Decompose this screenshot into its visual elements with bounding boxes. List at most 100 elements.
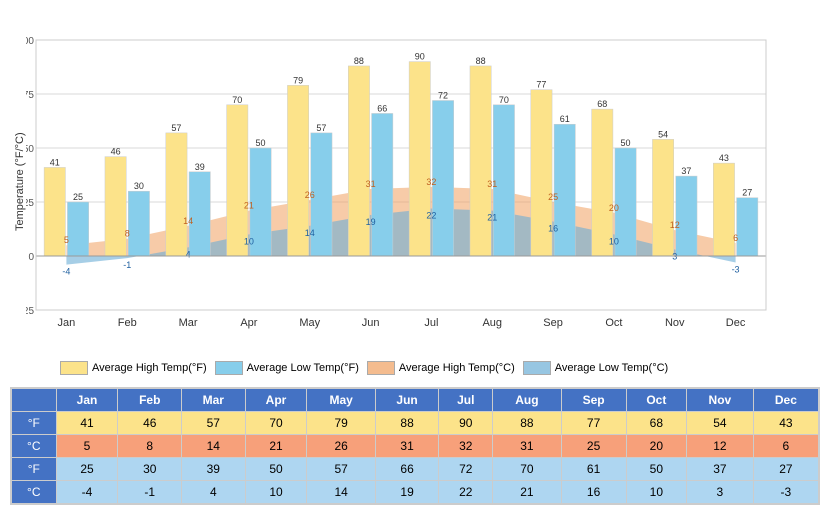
cell-value: 66: [375, 458, 439, 481]
svg-text:50: 50: [621, 138, 631, 148]
legend-label: Average High Temp(°F): [92, 362, 207, 374]
svg-text:25: 25: [73, 192, 83, 202]
svg-text:Mar: Mar: [179, 317, 198, 329]
cell-value: -1: [118, 481, 182, 504]
y-axis-label: Temperature (°F/°C): [10, 10, 26, 353]
svg-text:Jun: Jun: [362, 317, 380, 329]
cell-value: 50: [245, 458, 307, 481]
row-label: °C: [12, 481, 57, 504]
cell-value: 3: [687, 481, 754, 504]
svg-text:41: 41: [50, 157, 60, 167]
cell-value: 43: [753, 412, 818, 435]
table-row: °F414657707988908877685443: [12, 412, 819, 435]
cell-value: 14: [182, 435, 246, 458]
cell-value: 16: [561, 481, 626, 504]
svg-text:12: 12: [670, 220, 680, 230]
svg-text:90: 90: [415, 52, 425, 62]
svg-text:Feb: Feb: [118, 317, 137, 329]
svg-text:4: 4: [186, 249, 191, 259]
table-header: Jan: [56, 389, 118, 412]
table-row: °C-4-14101419222116103-3: [12, 481, 819, 504]
svg-text:8: 8: [125, 229, 130, 239]
table-header: Aug: [493, 389, 561, 412]
svg-text:70: 70: [499, 95, 509, 105]
svg-text:57: 57: [316, 123, 326, 133]
svg-text:-1: -1: [123, 260, 131, 270]
svg-text:100: 100: [26, 36, 34, 47]
svg-text:22: 22: [426, 210, 436, 220]
svg-text:46: 46: [111, 147, 121, 157]
cell-value: 68: [626, 412, 686, 435]
svg-text:Dec: Dec: [726, 317, 746, 329]
svg-text:Sep: Sep: [543, 317, 563, 329]
svg-text:43: 43: [719, 153, 729, 163]
cell-value: 10: [626, 481, 686, 504]
svg-text:19: 19: [366, 217, 376, 227]
cell-value: 6: [753, 435, 818, 458]
chart-svg: -250255075100414657707988908877685443253…: [26, 10, 786, 350]
svg-text:30: 30: [134, 181, 144, 191]
legend-label: Average High Temp(°C): [399, 362, 515, 374]
svg-text:14: 14: [305, 228, 315, 238]
temperature-table: JanFebMarAprMayJunJulAugSepOctNovDec°F41…: [11, 388, 819, 504]
cell-value: 41: [56, 412, 118, 435]
cell-value: 4: [182, 481, 246, 504]
cell-value: 61: [561, 458, 626, 481]
svg-text:-25: -25: [26, 306, 34, 317]
legend-item: Average Low Temp(°C): [523, 361, 668, 375]
svg-text:Jan: Jan: [58, 317, 76, 329]
svg-text:6: 6: [733, 233, 738, 243]
cell-value: 37: [687, 458, 754, 481]
table-header: Jul: [439, 389, 493, 412]
svg-text:5: 5: [64, 235, 69, 245]
cell-value: 46: [118, 412, 182, 435]
legend-item: Average High Temp(°C): [367, 361, 515, 375]
cell-value: 31: [493, 435, 561, 458]
chart-area: Temperature (°F/°C) -2502550751004146577…: [10, 10, 820, 353]
svg-text:31: 31: [487, 179, 497, 189]
svg-text:Aug: Aug: [482, 317, 502, 329]
svg-text:77: 77: [536, 80, 546, 90]
cell-value: 57: [182, 412, 246, 435]
row-label: °F: [12, 412, 57, 435]
legend-label: Average Low Temp(°C): [555, 362, 668, 374]
table-header: Feb: [118, 389, 182, 412]
svg-text:57: 57: [171, 123, 181, 133]
cell-value: 21: [493, 481, 561, 504]
svg-text:72: 72: [438, 90, 448, 100]
table-header: Jun: [375, 389, 439, 412]
cell-value: -3: [753, 481, 818, 504]
cell-value: 57: [307, 458, 375, 481]
table-header: Mar: [182, 389, 246, 412]
svg-text:26: 26: [305, 190, 315, 200]
cell-value: 79: [307, 412, 375, 435]
table-header: Oct: [626, 389, 686, 412]
cell-value: 12: [687, 435, 754, 458]
table-header: [12, 389, 57, 412]
cell-value: 25: [561, 435, 626, 458]
svg-text:50: 50: [26, 144, 34, 155]
svg-text:39: 39: [195, 162, 205, 172]
legend-color: [215, 361, 243, 375]
table-header: Nov: [687, 389, 754, 412]
table-row: °C581421263132312520126: [12, 435, 819, 458]
cell-value: 5: [56, 435, 118, 458]
legend-item: Average High Temp(°F): [60, 361, 207, 375]
svg-text:25: 25: [548, 192, 558, 202]
svg-text:32: 32: [426, 177, 436, 187]
cell-value: 54: [687, 412, 754, 435]
table-header: Dec: [753, 389, 818, 412]
table-header: Apr: [245, 389, 307, 412]
table-header: Sep: [561, 389, 626, 412]
legend-item: Average Low Temp(°F): [215, 361, 359, 375]
svg-text:66: 66: [377, 103, 387, 113]
table-row: °F253039505766727061503727: [12, 458, 819, 481]
svg-text:88: 88: [476, 56, 486, 66]
svg-text:14: 14: [183, 216, 193, 226]
svg-text:Oct: Oct: [605, 317, 622, 329]
svg-text:79: 79: [293, 75, 303, 85]
cell-value: 72: [439, 458, 493, 481]
cell-value: 88: [493, 412, 561, 435]
cell-value: 70: [245, 412, 307, 435]
row-label: °F: [12, 458, 57, 481]
